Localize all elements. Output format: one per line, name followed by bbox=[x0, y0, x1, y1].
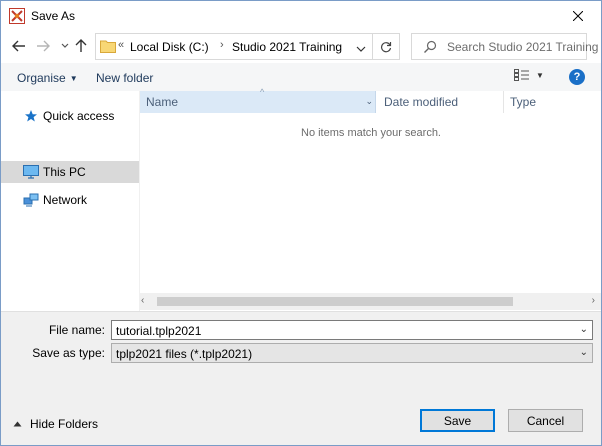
hide-folders-button[interactable]: Hide Folders bbox=[13, 417, 98, 431]
empty-message: No items match your search. bbox=[301, 127, 441, 139]
address-bar[interactable]: « Local Disk (C:) › Studio 2021 Training bbox=[95, 33, 373, 60]
chevron-down-icon bbox=[61, 43, 69, 48]
chevron-down-icon[interactable]: ⌄ bbox=[365, 96, 373, 107]
file-name-input[interactable]: tutorial.tplp2021 ⌄ bbox=[111, 320, 593, 340]
save-type-label: Save as type: bbox=[32, 346, 105, 360]
save-type-select[interactable]: tplp2021 files (*.tplp2021) ⌄ bbox=[111, 343, 593, 363]
forward-button[interactable] bbox=[35, 38, 51, 54]
column-header-date-modified[interactable]: Date modified bbox=[378, 91, 504, 113]
column-header-type[interactable]: Type bbox=[504, 91, 602, 113]
refresh-icon bbox=[380, 41, 392, 52]
save-type-value: tplp2021 files (*.tplp2021) bbox=[116, 347, 253, 361]
help-icon[interactable]: ? bbox=[569, 69, 585, 85]
address-segment-studio[interactable]: Studio 2021 Training bbox=[232, 40, 342, 54]
file-name-label: File name: bbox=[48, 323, 105, 337]
scroll-left-icon[interactable]: ‹ bbox=[141, 295, 144, 306]
chevron-down-icon[interactable]: ⌄ bbox=[580, 324, 588, 335]
save-options-panel: File name: tutorial.tplp2021 ⌄ Save as t… bbox=[1, 311, 601, 445]
save-button[interactable]: Save bbox=[420, 409, 495, 432]
column-header-label: Name bbox=[146, 95, 179, 109]
sidebar-item-label: Quick access bbox=[43, 109, 115, 123]
back-button[interactable] bbox=[11, 38, 27, 54]
folder-icon bbox=[100, 39, 116, 56]
address-segment-local-disk[interactable]: Local Disk (C:) bbox=[130, 40, 209, 54]
chevron-down-icon[interactable]: ⌄ bbox=[580, 347, 588, 358]
computer-icon bbox=[23, 164, 39, 180]
hide-folders-label: Hide Folders bbox=[30, 417, 99, 431]
arrow-right-icon bbox=[37, 40, 50, 52]
column-header-name[interactable]: ^ Name ⌄ bbox=[140, 87, 376, 113]
sort-ascending-icon: ^ bbox=[260, 87, 265, 97]
horizontal-scrollbar[interactable]: ‹ › bbox=[139, 293, 601, 310]
change-view-button[interactable]: ▼ bbox=[514, 69, 544, 81]
caret-down-icon: ▼ bbox=[536, 70, 544, 80]
window-title: Save As bbox=[31, 9, 76, 23]
app-logo-icon bbox=[9, 8, 25, 24]
address-dropdown-icon[interactable] bbox=[356, 41, 366, 55]
search-icon bbox=[423, 40, 437, 57]
scrollbar-thumb[interactable] bbox=[157, 297, 513, 306]
command-bar: Organise ▼ New folder ▼ ? bbox=[1, 63, 601, 91]
file-list: ^ Name ⌄ Date modified Type No items mat… bbox=[139, 87, 602, 311]
sidebar-item-label: Network bbox=[43, 193, 88, 207]
navigation-bar: « Local Disk (C:) › Studio 2021 Training bbox=[1, 31, 601, 61]
recent-locations-button[interactable] bbox=[57, 38, 73, 54]
search-placeholder: Search Studio 2021 Training bbox=[447, 40, 599, 54]
sidebar-item-this-pc[interactable]: This PC bbox=[1, 161, 139, 183]
new-folder-button[interactable]: New folder bbox=[96, 71, 153, 85]
search-box[interactable]: Search Studio 2021 Training bbox=[411, 33, 598, 60]
address-overflow[interactable]: « bbox=[118, 39, 124, 51]
network-icon bbox=[23, 192, 39, 208]
title-bar: Save As bbox=[1, 1, 601, 31]
close-icon bbox=[573, 11, 583, 21]
sidebar-item-network[interactable]: Network bbox=[1, 189, 139, 211]
caret-down-icon: ▼ bbox=[69, 74, 78, 83]
save-as-dialog: Save As « Local Disk (C:) › Studio 2021 … bbox=[0, 0, 602, 446]
navigation-pane: Quick access This PC Network bbox=[1, 91, 139, 311]
chevron-up-icon bbox=[13, 421, 22, 427]
view-options-icon bbox=[514, 69, 529, 81]
up-button[interactable] bbox=[73, 38, 89, 54]
address-separator: › bbox=[220, 39, 224, 51]
arrow-left-icon bbox=[12, 40, 25, 52]
cancel-button[interactable]: Cancel bbox=[508, 409, 583, 432]
arrow-up-icon bbox=[75, 39, 87, 52]
star-icon bbox=[23, 108, 39, 124]
sidebar-item-quick-access[interactable]: Quick access bbox=[1, 105, 139, 127]
sidebar-item-label: This PC bbox=[43, 165, 86, 179]
file-name-value: tutorial.tplp2021 bbox=[116, 324, 202, 338]
organise-label: Organise bbox=[17, 71, 66, 85]
close-button[interactable] bbox=[555, 1, 601, 31]
refresh-button[interactable] bbox=[373, 33, 400, 60]
organise-button[interactable]: Organise ▼ bbox=[17, 71, 78, 85]
column-header-row: ^ Name ⌄ Date modified Type bbox=[140, 87, 602, 113]
scroll-right-icon[interactable]: › bbox=[592, 295, 595, 306]
